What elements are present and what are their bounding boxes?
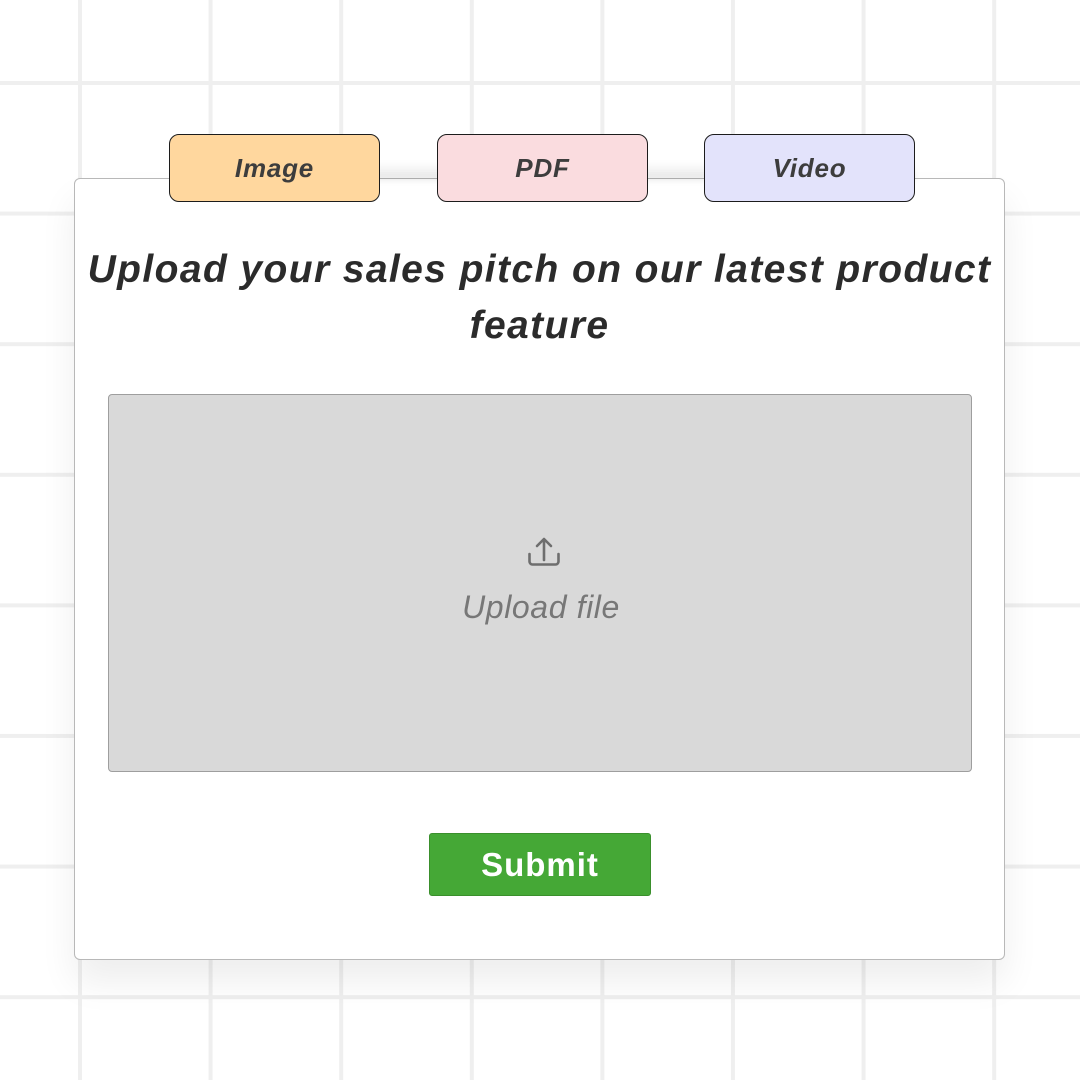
- upload-dropzone[interactable]: Upload file: [108, 394, 972, 772]
- tab-image[interactable]: Image: [169, 134, 380, 202]
- upload-icon: [528, 537, 560, 566]
- upload-label: Upload file: [462, 589, 620, 625]
- submit-button[interactable]: Submit: [429, 833, 651, 896]
- tab-video[interactable]: Video: [704, 134, 915, 202]
- page-title: Upload your sales pitch on our latest pr…: [87, 248, 992, 347]
- tab-pdf[interactable]: PDF: [437, 134, 648, 202]
